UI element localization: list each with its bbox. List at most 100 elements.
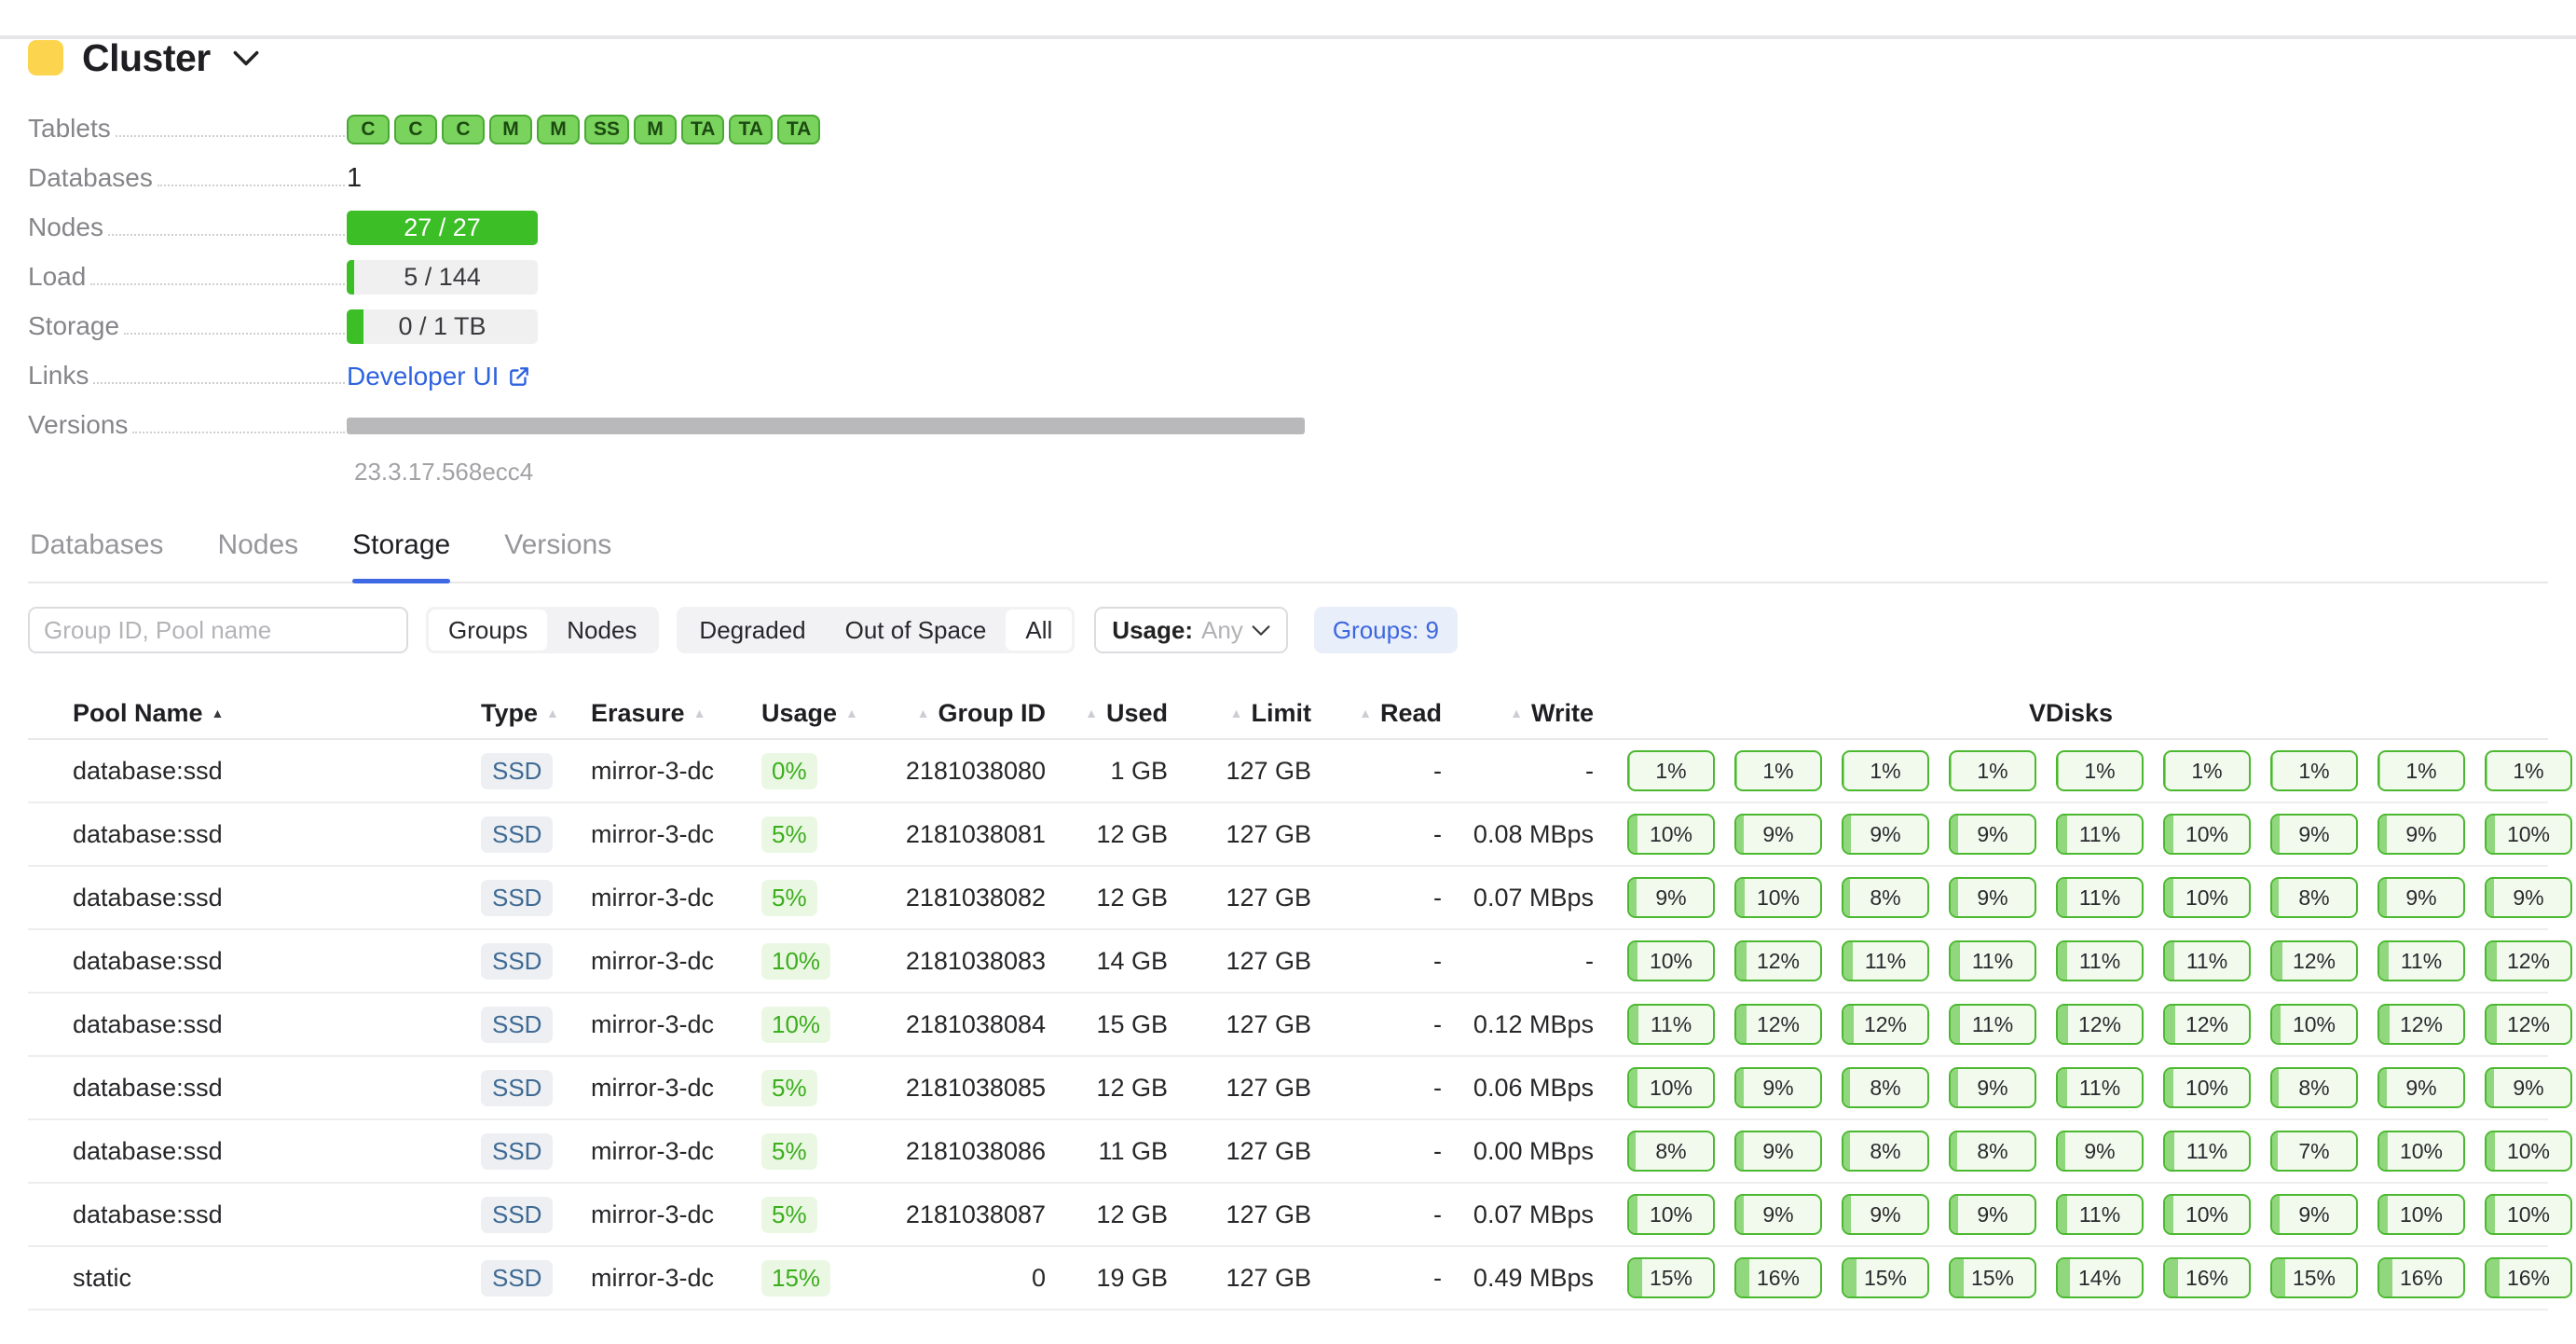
vdisk-badge[interactable]: 16% (1734, 1257, 1822, 1298)
vdisk-badge[interactable]: 10% (2485, 1194, 2572, 1235)
column-header-read[interactable]: ▲ Read (1311, 699, 1442, 728)
vdisk-badge[interactable]: 1% (1842, 750, 1929, 791)
tablet-badge[interactable]: M (489, 115, 532, 144)
vdisk-badge[interactable]: 7% (2270, 1131, 2358, 1172)
column-header-usage[interactable]: Usage ▲ (761, 699, 892, 728)
vdisk-badge[interactable]: 8% (1842, 1131, 1929, 1172)
column-header-pool-name[interactable]: Pool Name ▲ (73, 699, 481, 728)
vdisk-badge[interactable]: 11% (1627, 1004, 1715, 1045)
vdisk-badge[interactable]: 15% (1949, 1257, 2036, 1298)
vdisk-badge[interactable]: 12% (2377, 1004, 2465, 1045)
vdisk-badge[interactable]: 10% (2163, 1194, 2251, 1235)
vdisk-badge[interactable]: 16% (2163, 1257, 2251, 1298)
vdisk-badge[interactable]: 12% (2270, 940, 2358, 981)
toggle-degraded[interactable]: Degraded (679, 610, 825, 651)
vdisk-badge[interactable]: 9% (2270, 814, 2358, 855)
tab-databases[interactable]: Databases (30, 529, 163, 582)
vdisk-badge[interactable]: 1% (2485, 750, 2572, 791)
tablet-badge[interactable]: C (347, 115, 390, 144)
developer-ui-link[interactable]: Developer UI (347, 362, 531, 391)
vdisk-badge[interactable]: 8% (1949, 1131, 2036, 1172)
tablet-badge[interactable]: TA (729, 115, 772, 144)
vdisk-badge[interactable]: 9% (1627, 877, 1715, 918)
vdisk-badge[interactable]: 10% (1627, 940, 1715, 981)
vdisk-badge[interactable]: 10% (2485, 1131, 2572, 1172)
vdisk-badge[interactable]: 9% (1842, 814, 1929, 855)
vdisk-badge[interactable]: 9% (1949, 1067, 2036, 1108)
tablet-badge[interactable]: C (394, 115, 437, 144)
vdisk-badge[interactable]: 11% (2377, 940, 2465, 981)
vdisk-badge[interactable]: 11% (2056, 940, 2144, 981)
vdisk-badge[interactable]: 10% (2270, 1004, 2358, 1045)
toggle-out-of-space[interactable]: Out of Space (826, 610, 1007, 651)
tablet-badge[interactable]: TA (777, 115, 820, 144)
tablet-badge[interactable]: M (537, 115, 580, 144)
usage-filter-dropdown[interactable]: Usage: Any (1094, 607, 1288, 653)
vdisk-badge[interactable]: 12% (2163, 1004, 2251, 1045)
vdisk-badge[interactable]: 8% (2270, 1067, 2358, 1108)
tab-storage[interactable]: Storage (352, 529, 450, 582)
vdisk-badge[interactable]: 11% (1842, 940, 1929, 981)
chevron-down-icon[interactable] (233, 50, 259, 66)
vdisk-badge[interactable]: 9% (1842, 1194, 1929, 1235)
vdisk-badge[interactable]: 1% (1734, 750, 1822, 791)
tablet-badge[interactable]: M (634, 115, 677, 144)
vdisk-badge[interactable]: 9% (1949, 814, 2036, 855)
vdisk-badge[interactable]: 1% (2163, 750, 2251, 791)
vdisk-badge[interactable]: 12% (1734, 1004, 1822, 1045)
vdisk-badge[interactable]: 9% (2270, 1194, 2358, 1235)
vdisk-badge[interactable]: 12% (1734, 940, 1822, 981)
vdisk-badge[interactable]: 1% (1949, 750, 2036, 791)
vdisk-badge[interactable]: 10% (1627, 814, 1715, 855)
vdisk-badge[interactable]: 9% (1949, 877, 2036, 918)
vdisk-badge[interactable]: 12% (2485, 1004, 2572, 1045)
column-header-write[interactable]: ▲ Write (1442, 699, 1594, 728)
vdisk-badge[interactable]: 9% (2485, 1067, 2572, 1108)
vdisk-badge[interactable]: 9% (2377, 877, 2465, 918)
vdisk-badge[interactable]: 10% (2377, 1194, 2465, 1235)
vdisk-badge[interactable]: 14% (2056, 1257, 2144, 1298)
vdisk-badge[interactable]: 9% (1734, 1067, 1822, 1108)
column-header-limit[interactable]: ▲ Limit (1168, 699, 1311, 728)
vdisk-badge[interactable]: 11% (2163, 940, 2251, 981)
vdisk-badge[interactable]: 15% (1627, 1257, 1715, 1298)
vdisk-badge[interactable]: 16% (2377, 1257, 2465, 1298)
vdisk-badge[interactable]: 8% (1627, 1131, 1715, 1172)
tablet-badge[interactable]: C (442, 115, 485, 144)
column-header-used[interactable]: ▲ Used (1046, 699, 1168, 728)
tablet-badge[interactable]: SS (584, 115, 629, 144)
vdisk-badge[interactable]: 1% (2056, 750, 2144, 791)
vdisk-badge[interactable]: 1% (2270, 750, 2358, 791)
vdisk-badge[interactable]: 12% (2056, 1004, 2144, 1045)
vdisk-badge[interactable]: 10% (1734, 877, 1822, 918)
tab-nodes[interactable]: Nodes (217, 529, 298, 582)
vdisk-badge[interactable]: 9% (2377, 814, 2465, 855)
vdisk-badge[interactable]: 9% (1734, 1194, 1822, 1235)
vdisk-badge[interactable]: 15% (1842, 1257, 1929, 1298)
vdisk-badge[interactable]: 16% (2485, 1257, 2572, 1298)
tab-versions[interactable]: Versions (504, 529, 611, 582)
vdisk-badge[interactable]: 12% (1842, 1004, 1929, 1045)
vdisk-badge[interactable]: 11% (2056, 877, 2144, 918)
vdisk-badge[interactable]: 11% (2056, 1067, 2144, 1108)
vdisk-badge[interactable]: 11% (2056, 1194, 2144, 1235)
vdisk-badge[interactable]: 9% (1949, 1194, 2036, 1235)
vdisk-badge[interactable]: 10% (2163, 814, 2251, 855)
vdisk-badge[interactable]: 8% (1842, 1067, 1929, 1108)
toggle-all[interactable]: All (1006, 610, 1072, 651)
tablet-badge[interactable]: TA (681, 115, 724, 144)
vdisk-badge[interactable]: 8% (1842, 877, 1929, 918)
vdisk-badge[interactable]: 11% (1949, 1004, 2036, 1045)
vdisk-badge[interactable]: 9% (1734, 814, 1822, 855)
vdisk-badge[interactable]: 10% (2485, 814, 2572, 855)
vdisk-badge[interactable]: 1% (2377, 750, 2465, 791)
vdisk-badge[interactable]: 10% (1627, 1194, 1715, 1235)
vdisk-badge[interactable]: 10% (2377, 1131, 2465, 1172)
vdisk-badge[interactable]: 12% (2485, 940, 2572, 981)
column-header-group-id[interactable]: ▲ Group ID (892, 699, 1046, 728)
vdisk-badge[interactable]: 10% (2163, 1067, 2251, 1108)
vdisk-badge[interactable]: 9% (2377, 1067, 2465, 1108)
vdisk-badge[interactable]: 1% (1627, 750, 1715, 791)
column-header-type[interactable]: Type ▲ (481, 699, 591, 728)
column-header-erasure[interactable]: Erasure ▲ (591, 699, 761, 728)
